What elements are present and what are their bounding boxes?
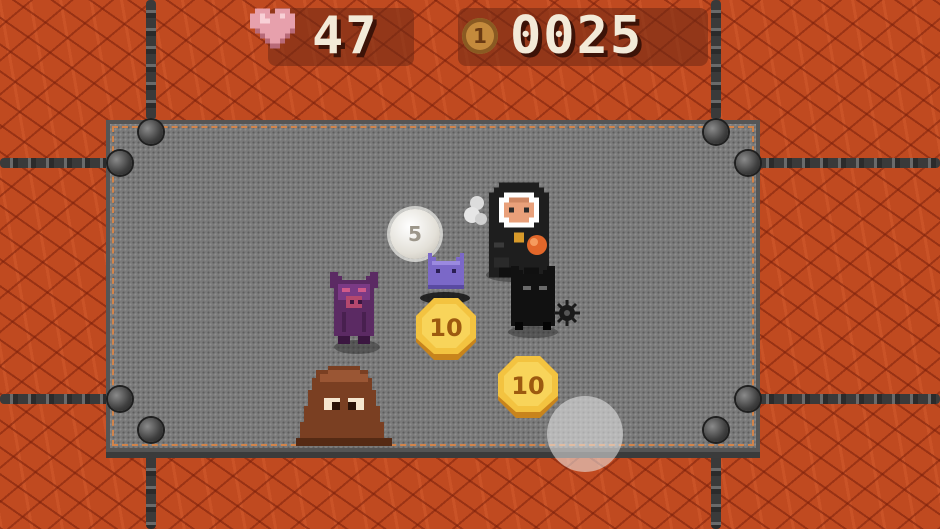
virtual-joystick[interactable] — [547, 396, 623, 472]
chain — [711, 0, 721, 120]
bolt-icon — [139, 120, 163, 144]
purple-imp-enemy — [330, 272, 378, 344]
bolt-icon — [139, 418, 163, 442]
black-cat-enemy — [511, 266, 555, 330]
chain — [756, 158, 940, 168]
bolt-icon — [108, 387, 132, 411]
chain — [0, 158, 110, 168]
coin-icon: 1 — [462, 18, 498, 54]
coin-counter: 0025 — [510, 6, 644, 66]
chain — [756, 394, 940, 404]
bolt-icon — [704, 120, 728, 144]
bolt-icon — [704, 418, 728, 442]
chain — [146, 0, 156, 120]
bolt-icon — [736, 151, 760, 175]
coin-icon-label: 1 — [473, 24, 487, 48]
game-stage: 47 1 0025 5 10 10 — [0, 0, 940, 529]
nun-player — [489, 182, 549, 278]
spiked-mace — [554, 300, 580, 326]
mud-blob-enemy — [296, 366, 392, 446]
heart-icon — [250, 8, 295, 49]
purple-cat-enemy — [428, 253, 464, 289]
gold-coin-value: 10 — [511, 372, 545, 400]
chain — [146, 440, 156, 529]
silver-coin-value: 5 — [408, 222, 422, 246]
chain — [0, 394, 110, 404]
bolt-icon — [108, 151, 132, 175]
health-value: 47 — [312, 6, 379, 66]
gold-coin-value: 10 — [429, 314, 463, 342]
chain — [711, 440, 721, 529]
fireball — [527, 235, 547, 255]
bolt-icon — [736, 387, 760, 411]
